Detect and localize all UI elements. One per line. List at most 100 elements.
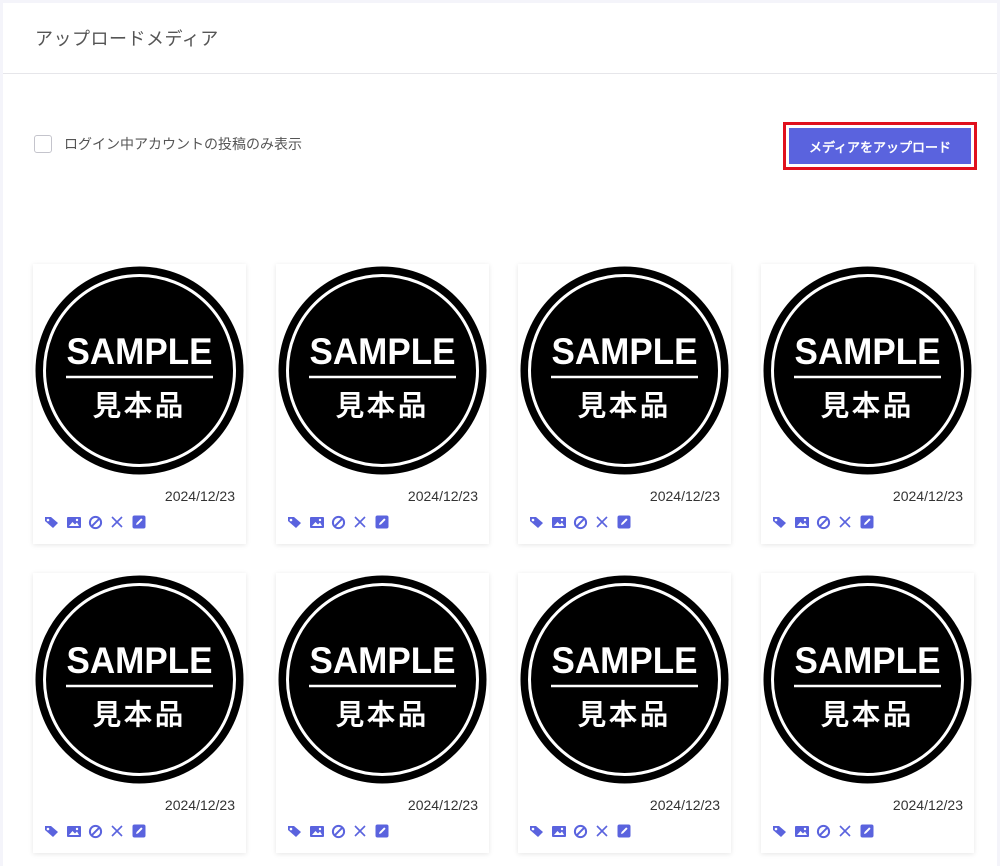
edit-icon[interactable] (132, 514, 154, 530)
tag-icon[interactable] (772, 823, 794, 839)
image-icon[interactable] (66, 823, 88, 839)
upload-media-button[interactable]: メディアをアップロード (789, 128, 971, 164)
media-thumbnail[interactable]: SAMPLE 見本品 (34, 265, 245, 476)
close-icon[interactable] (595, 823, 617, 839)
block-icon[interactable] (331, 514, 353, 530)
image-icon[interactable] (794, 823, 816, 839)
badge-subtitle: 見本品 (336, 389, 429, 422)
badge-title: SAMPLE (552, 640, 698, 681)
sample-badge-image: SAMPLE 見本品 (35, 266, 244, 475)
media-card[interactable]: SAMPLE 見本品 2024/12/23 (276, 573, 489, 853)
media-actions (287, 514, 397, 530)
media-thumbnail[interactable]: SAMPLE 見本品 (762, 574, 973, 785)
edit-icon[interactable] (860, 823, 882, 839)
image-icon[interactable] (551, 514, 573, 530)
block-icon[interactable] (88, 514, 110, 530)
tag-icon[interactable] (287, 823, 309, 839)
close-icon[interactable] (353, 514, 375, 530)
media-card[interactable]: SAMPLE 見本品 2024/12/23 (518, 573, 731, 853)
image-icon[interactable] (794, 514, 816, 530)
media-card[interactable]: SAMPLE 見本品 2024/12/23 (518, 264, 731, 544)
media-date: 2024/12/23 (649, 797, 720, 813)
edit-icon[interactable] (617, 514, 639, 530)
media-thumbnail[interactable]: SAMPLE 見本品 (34, 574, 245, 785)
media-card[interactable]: SAMPLE 見本品 2024/12/23 (276, 264, 489, 544)
tag-icon[interactable] (287, 514, 309, 530)
media-thumbnail[interactable]: SAMPLE 見本品 (277, 574, 488, 785)
image-icon[interactable] (309, 823, 331, 839)
badge-subtitle: 見本品 (821, 698, 914, 731)
edit-icon[interactable] (617, 823, 639, 839)
close-icon[interactable] (110, 514, 132, 530)
tag-icon[interactable] (44, 514, 66, 530)
close-icon[interactable] (838, 823, 860, 839)
tag-icon[interactable] (44, 823, 66, 839)
media-thumbnail[interactable]: SAMPLE 見本品 (277, 265, 488, 476)
block-icon[interactable] (816, 514, 838, 530)
badge-title: SAMPLE (67, 331, 213, 372)
badge-title: SAMPLE (310, 640, 456, 681)
media-actions (287, 823, 397, 839)
sample-badge-image: SAMPLE 見本品 (278, 266, 487, 475)
media-actions (772, 823, 882, 839)
media-date: 2024/12/23 (164, 488, 235, 504)
badge-subtitle: 見本品 (93, 389, 186, 422)
image-icon[interactable] (309, 514, 331, 530)
sample-badge-image: SAMPLE 見本品 (35, 575, 244, 784)
media-date: 2024/12/23 (892, 797, 963, 813)
image-icon[interactable] (551, 823, 573, 839)
close-icon[interactable] (595, 514, 617, 530)
media-actions (772, 514, 882, 530)
media-page: アップロードメディア ログイン中アカウントの投稿のみ表示 メディアをアップロード… (3, 3, 997, 866)
close-icon[interactable] (110, 823, 132, 839)
edit-icon[interactable] (860, 514, 882, 530)
tag-icon[interactable] (529, 823, 551, 839)
media-card[interactable]: SAMPLE 見本品 2024/12/23 (761, 573, 974, 853)
badge-subtitle: 見本品 (821, 389, 914, 422)
block-icon[interactable] (816, 823, 838, 839)
toolbar: ログイン中アカウントの投稿のみ表示 メディアをアップロード (3, 122, 997, 170)
media-actions (44, 823, 154, 839)
media-thumbnail[interactable]: SAMPLE 見本品 (762, 265, 973, 476)
block-icon[interactable] (573, 514, 595, 530)
badge-subtitle: 見本品 (336, 698, 429, 731)
media-card[interactable]: SAMPLE 見本品 2024/12/23 (33, 573, 246, 853)
image-icon[interactable] (66, 514, 88, 530)
badge-title: SAMPLE (67, 640, 213, 681)
block-icon[interactable] (331, 823, 353, 839)
badge-subtitle: 見本品 (93, 698, 186, 731)
media-date: 2024/12/23 (892, 488, 963, 504)
close-icon[interactable] (838, 514, 860, 530)
sample-badge-image: SAMPLE 見本品 (520, 575, 729, 784)
media-card[interactable]: SAMPLE 見本品 2024/12/23 (761, 264, 974, 544)
upload-button-highlight: メディアをアップロード (783, 122, 977, 170)
block-icon[interactable] (573, 823, 595, 839)
sample-badge-image: SAMPLE 見本品 (763, 266, 972, 475)
own-posts-filter-label: ログイン中アカウントの投稿のみ表示 (64, 137, 302, 153)
edit-icon[interactable] (375, 823, 397, 839)
badge-title: SAMPLE (795, 640, 941, 681)
media-date: 2024/12/23 (164, 797, 235, 813)
badge-subtitle: 見本品 (578, 698, 671, 731)
own-posts-checkbox[interactable] (34, 135, 52, 153)
page-title: アップロードメディア (35, 29, 219, 50)
edit-icon[interactable] (375, 514, 397, 530)
close-icon[interactable] (353, 823, 375, 839)
own-posts-filter[interactable]: ログイン中アカウントの投稿のみ表示 (34, 134, 302, 154)
badge-title: SAMPLE (552, 331, 698, 372)
tag-icon[interactable] (772, 514, 794, 530)
media-actions (44, 514, 154, 530)
media-card[interactable]: SAMPLE 見本品 2024/12/23 (33, 264, 246, 544)
edit-icon[interactable] (132, 823, 154, 839)
media-thumbnail[interactable]: SAMPLE 見本品 (519, 574, 730, 785)
sample-badge-image: SAMPLE 見本品 (520, 266, 729, 475)
media-date: 2024/12/23 (649, 488, 720, 504)
media-actions (529, 514, 639, 530)
tag-icon[interactable] (529, 514, 551, 530)
block-icon[interactable] (88, 823, 110, 839)
sample-badge-image: SAMPLE 見本品 (763, 575, 972, 784)
media-thumbnail[interactable]: SAMPLE 見本品 (519, 265, 730, 476)
badge-title: SAMPLE (310, 331, 456, 372)
media-date: 2024/12/23 (407, 797, 478, 813)
page-header: アップロードメディア (3, 3, 997, 74)
